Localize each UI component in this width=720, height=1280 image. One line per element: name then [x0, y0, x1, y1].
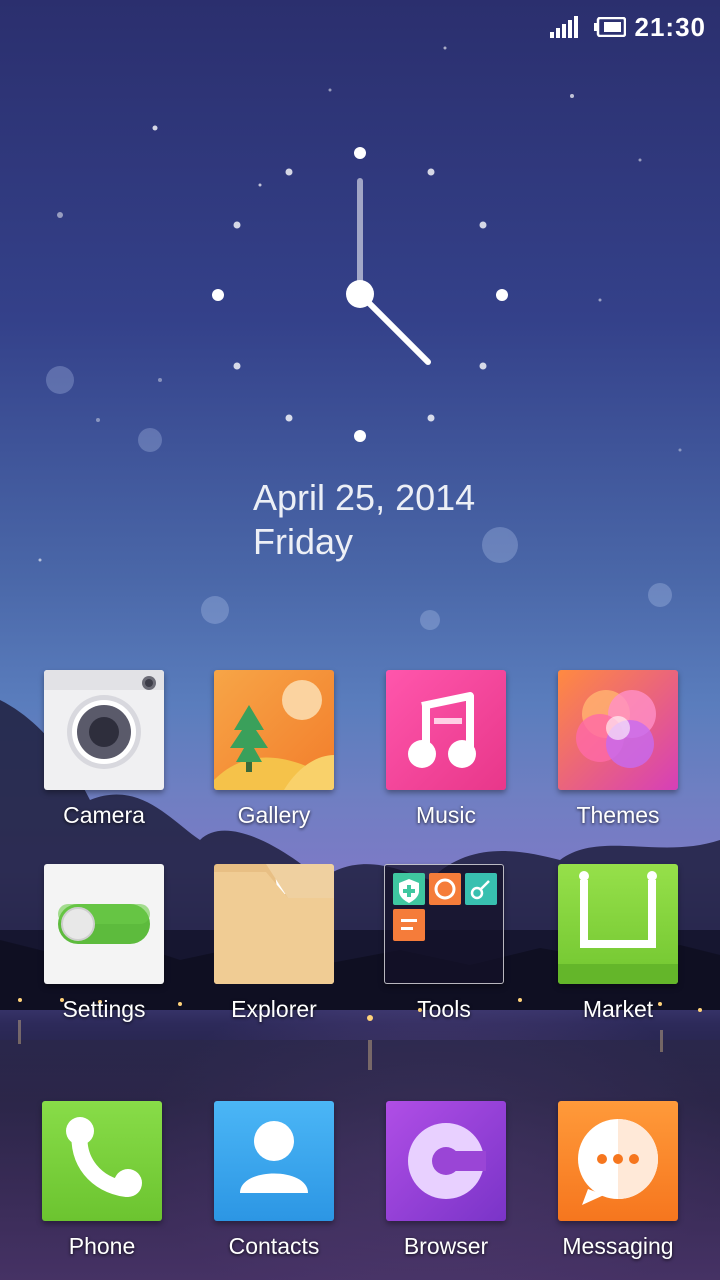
dock-phone[interactable]: Phone — [22, 1101, 182, 1260]
app-market[interactable]: Market — [538, 864, 698, 1023]
app-label: Gallery — [237, 802, 311, 828]
app-themes[interactable]: Themes — [538, 670, 698, 829]
app-gallery[interactable]: Gallery — [194, 670, 354, 829]
app-label: Explorer — [231, 996, 317, 1022]
analog-clock-widget[interactable] — [209, 145, 511, 447]
dock-messaging[interactable]: Messaging — [538, 1101, 698, 1260]
clock-date: April 25, 2014 — [253, 477, 476, 518]
tools-folder-icon — [384, 864, 504, 984]
music-icon — [386, 670, 506, 790]
phone-icon — [42, 1101, 162, 1221]
dock-browser[interactable]: Browser — [366, 1101, 526, 1260]
app-label: Music — [415, 802, 477, 828]
folder-tools[interactable]: Tools — [364, 864, 524, 1023]
app-explorer[interactable]: Explorer — [194, 864, 354, 1023]
status-time: 21:30 — [634, 12, 706, 42]
app-label: Messaging — [562, 1233, 674, 1259]
app-label: Browser — [403, 1233, 489, 1259]
camera-icon — [44, 670, 164, 790]
contacts-icon — [214, 1101, 334, 1221]
app-label: Camera — [63, 802, 145, 828]
dock-contacts[interactable]: Contacts — [194, 1101, 354, 1260]
clock-center — [346, 280, 374, 308]
themes-icon — [558, 670, 678, 790]
gallery-icon — [214, 670, 334, 790]
app-label: Themes — [576, 802, 660, 828]
app-label: Phone — [68, 1233, 136, 1259]
signal-strength-icon — [550, 16, 578, 38]
settings-icon — [44, 864, 164, 984]
app-camera[interactable]: Camera — [24, 670, 184, 829]
explorer-icon — [214, 864, 334, 984]
battery-icon — [594, 17, 626, 37]
app-label: Tools — [417, 996, 471, 1022]
app-label: Market — [582, 996, 654, 1022]
messaging-icon — [558, 1101, 678, 1221]
hour-hand — [357, 291, 431, 365]
app-settings[interactable]: Settings — [24, 864, 184, 1023]
market-icon — [558, 864, 678, 984]
app-label: Settings — [62, 996, 146, 1022]
clock-weekday: Friday — [253, 521, 354, 562]
browser-icon — [386, 1101, 506, 1221]
app-label: Contacts — [228, 1233, 320, 1259]
app-music[interactable]: Music — [366, 670, 526, 829]
status-bar: 21:30 — [0, 0, 720, 56]
